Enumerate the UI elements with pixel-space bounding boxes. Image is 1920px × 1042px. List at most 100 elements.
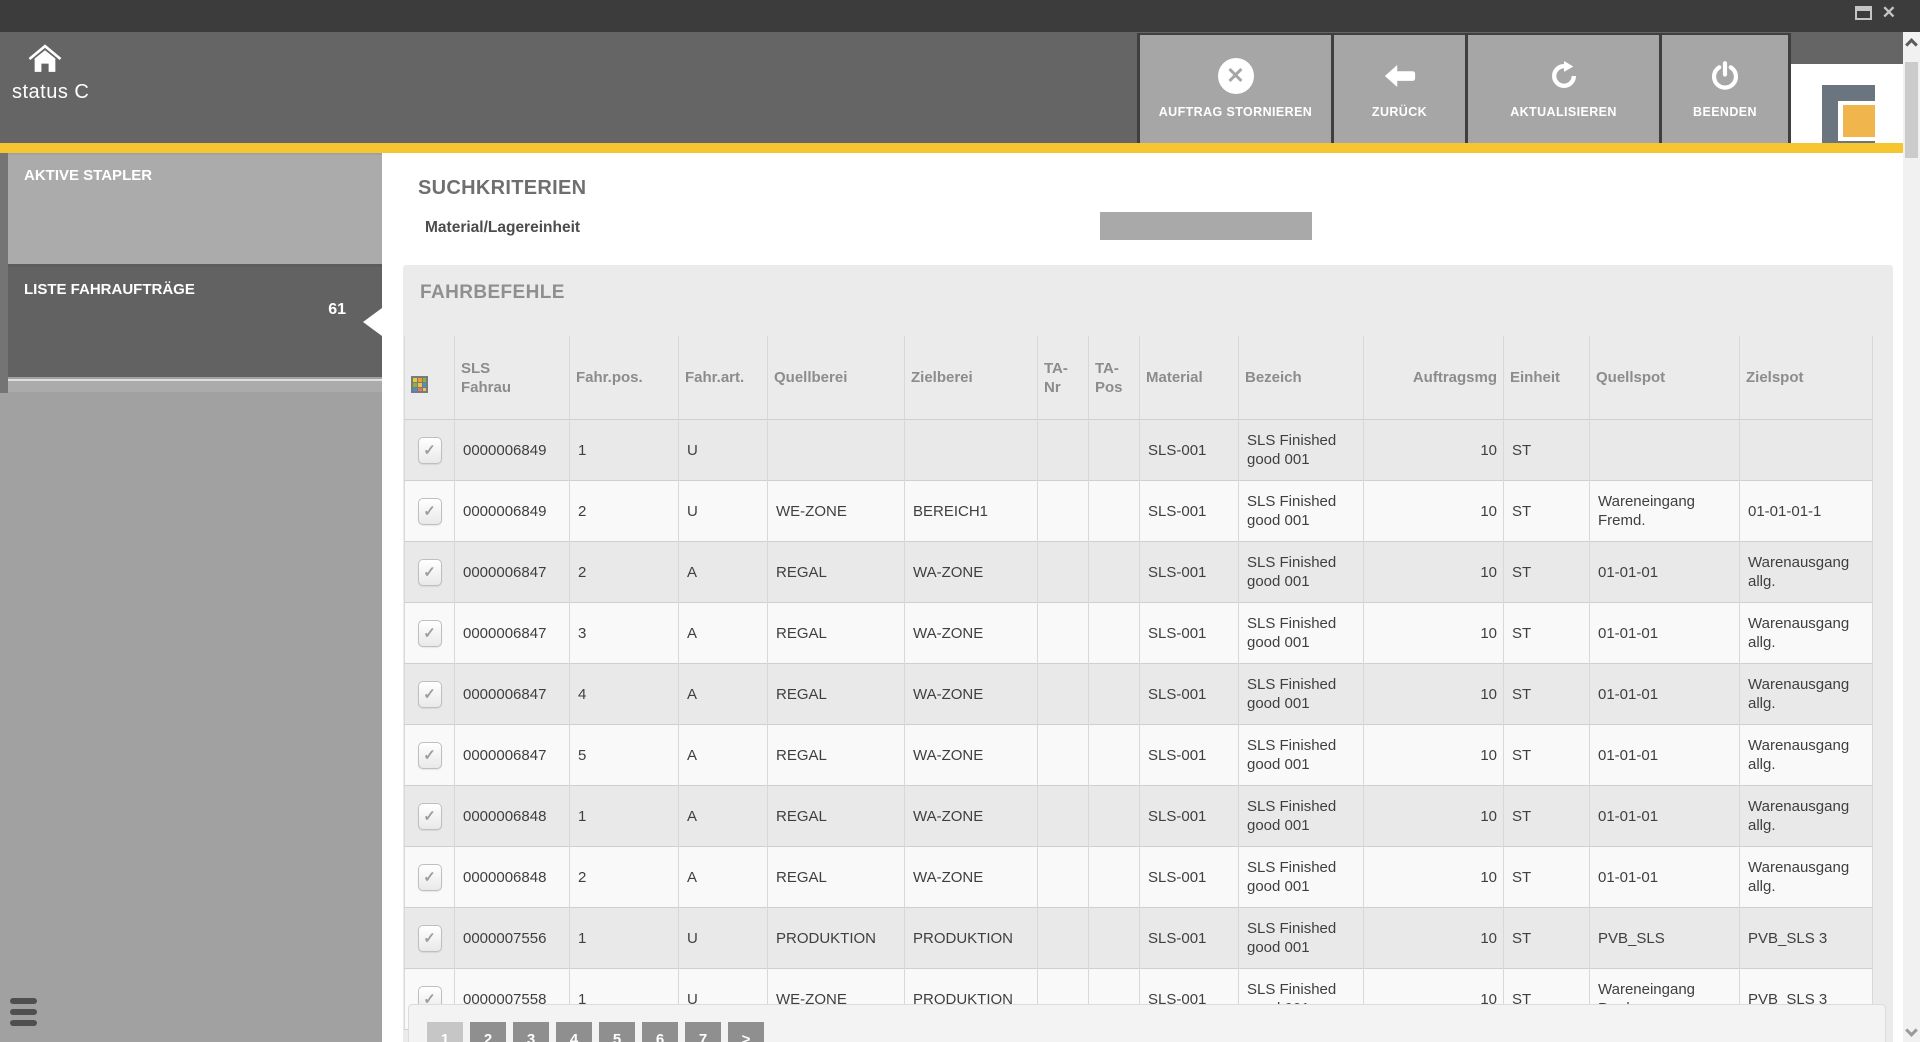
cell-einheit: ST: [1504, 603, 1590, 664]
cell-zielspot: Warenausgang allg.: [1740, 725, 1873, 786]
row-checkbox[interactable]: ✓: [418, 620, 442, 647]
column-header-fahr-art[interactable]: Fahr.art.: [679, 336, 768, 420]
cell-quellspot: Wareneingang Fremd.: [1590, 481, 1740, 542]
cell-sls-fahrau: 0000006849: [455, 420, 570, 481]
page-button-1[interactable]: 1: [427, 1022, 463, 1042]
vertical-scrollbar[interactable]: [1903, 32, 1920, 1042]
restore-icon[interactable]: [1855, 6, 1872, 20]
material-lagereinheit-input[interactable]: [1100, 212, 1312, 240]
refresh-button[interactable]: AKTUALISIEREN: [1468, 35, 1659, 143]
column-header-ta-nr[interactable]: TA- Nr: [1038, 336, 1089, 420]
cell-auftragsmg: 10: [1364, 725, 1504, 786]
cell-zielberei: WA-ZONE: [905, 664, 1038, 725]
cell-ta-nr: [1038, 786, 1089, 847]
column-header-fahr-pos[interactable]: Fahr.pos.: [570, 336, 679, 420]
scrollbar-thumb[interactable]: [1905, 62, 1918, 158]
close-icon[interactable]: ✕: [1882, 6, 1896, 20]
cell-ta-nr: [1038, 603, 1089, 664]
select-column-header[interactable]: [405, 336, 455, 420]
cell-quellberei: REGAL: [768, 847, 905, 908]
cancel-order-button[interactable]: ✕ AUFTRAG STORNIEREN: [1140, 35, 1331, 143]
cell-fahr-pos: 2: [570, 847, 679, 908]
column-header-einheit[interactable]: Einheit: [1504, 336, 1590, 420]
table-row[interactable]: ✓00000068492UWE-ZONEBEREICH1SLS-001SLS F…: [405, 481, 1873, 542]
cell-zielspot: 01-01-01-1: [1740, 481, 1873, 542]
cell-fahr-pos: 3: [570, 603, 679, 664]
cell-ta-nr: [1038, 908, 1089, 969]
scroll-down-icon[interactable]: [1905, 1024, 1918, 1037]
cell-bezeich: SLS Finished good 001: [1239, 725, 1364, 786]
page-next-button[interactable]: >: [728, 1022, 764, 1042]
page-button-2[interactable]: 2: [470, 1022, 506, 1042]
page-button-3[interactable]: 3: [513, 1022, 549, 1042]
cell-zielberei: BEREICH1: [905, 481, 1038, 542]
cell-ta-nr: [1038, 420, 1089, 481]
cell-zielberei: WA-ZONE: [905, 542, 1038, 603]
cell-sls-fahrau: 0000006847: [455, 542, 570, 603]
row-checkbox[interactable]: ✓: [418, 559, 442, 586]
cell-bezeich: SLS Finished good 001: [1239, 847, 1364, 908]
hamburger-menu-icon[interactable]: [10, 998, 37, 1031]
column-header-zielspot[interactable]: Zielspot: [1740, 336, 1873, 420]
table-row[interactable]: ✓00000068473AREGALWA-ZONESLS-001SLS Fini…: [405, 603, 1873, 664]
page-button-6[interactable]: 6: [642, 1022, 678, 1042]
table-row[interactable]: ✓00000068474AREGALWA-ZONESLS-001SLS Fini…: [405, 664, 1873, 725]
row-select-cell: ✓: [405, 420, 455, 481]
cell-ta-nr: [1038, 664, 1089, 725]
table-row[interactable]: ✓00000068475AREGALWA-ZONESLS-001SLS Fini…: [405, 725, 1873, 786]
sidebar-item-liste-fahrauftraege[interactable]: LISTE FAHRAUFTRÄGE 61: [8, 267, 382, 377]
page-button-5[interactable]: 5: [599, 1022, 635, 1042]
exit-button[interactable]: BEENDEN: [1662, 35, 1788, 143]
table-row[interactable]: ✓00000068482AREGALWA-ZONESLS-001SLS Fini…: [405, 847, 1873, 908]
cell-quellspot: PVB_SLS: [1590, 908, 1740, 969]
cell-fahr-pos: 4: [570, 664, 679, 725]
cell-bezeich: SLS Finished good 001: [1239, 420, 1364, 481]
scroll-up-icon[interactable]: [1905, 38, 1918, 51]
cell-zielspot: Warenausgang allg.: [1740, 542, 1873, 603]
table-row[interactable]: ✓00000075561UPRODUKTIONPRODUKTIONSLS-001…: [405, 908, 1873, 969]
row-checkbox[interactable]: ✓: [418, 742, 442, 769]
cell-fahr-art: U: [679, 908, 768, 969]
column-header-zielberei[interactable]: Zielberei: [905, 336, 1038, 420]
table-row[interactable]: ✓00000068481AREGALWA-ZONESLS-001SLS Fini…: [405, 786, 1873, 847]
cell-auftragsmg: 10: [1364, 542, 1504, 603]
home-button[interactable]: status C: [12, 44, 132, 104]
column-header-sls-fahrau[interactable]: SLS Fahrau: [455, 336, 570, 420]
cell-zielberei: WA-ZONE: [905, 725, 1038, 786]
refresh-label: AKTUALISIEREN: [1510, 105, 1617, 119]
page-button-4[interactable]: 4: [556, 1022, 592, 1042]
cell-fahr-art: U: [679, 420, 768, 481]
table-row[interactable]: ✓00000068472AREGALWA-ZONESLS-001SLS Fini…: [405, 542, 1873, 603]
cell-ta-pos: [1089, 908, 1140, 969]
column-header-material[interactable]: Material: [1140, 336, 1239, 420]
column-header-quellberei[interactable]: Quellberei: [768, 336, 905, 420]
page-button-7[interactable]: 7: [685, 1022, 721, 1042]
cell-quellspot: [1590, 420, 1740, 481]
row-checkbox[interactable]: ✓: [418, 437, 442, 464]
cell-bezeich: SLS Finished good 001: [1239, 603, 1364, 664]
column-header-ta-pos[interactable]: TA- Pos: [1089, 336, 1140, 420]
cell-bezeich: SLS Finished good 001: [1239, 786, 1364, 847]
row-checkbox[interactable]: ✓: [418, 803, 442, 830]
row-checkbox[interactable]: ✓: [418, 681, 442, 708]
row-select-cell: ✓: [405, 481, 455, 542]
cell-bezeich: SLS Finished good 001: [1239, 908, 1364, 969]
column-header-auftragsmg[interactable]: Auftragsmg: [1364, 336, 1504, 420]
row-checkbox[interactable]: ✓: [418, 864, 442, 891]
cancel-circle-icon: ✕: [1218, 55, 1254, 97]
table-row[interactable]: ✓00000068491USLS-001SLS Finished good 00…: [405, 420, 1873, 481]
cell-zielberei: [905, 420, 1038, 481]
row-checkbox[interactable]: ✓: [418, 925, 442, 952]
table-body: ✓00000068491USLS-001SLS Finished good 00…: [405, 420, 1873, 1030]
column-header-bezeich[interactable]: Bezeich: [1239, 336, 1364, 420]
cell-ta-pos: [1089, 725, 1140, 786]
cell-einheit: ST: [1504, 847, 1590, 908]
row-checkbox[interactable]: ✓: [418, 498, 442, 525]
back-button[interactable]: ZURÜCK: [1334, 35, 1465, 143]
cell-sls-fahrau: 0000006847: [455, 664, 570, 725]
table-header-row: SLS FahrauFahr.pos.Fahr.art.QuellbereiZi…: [405, 336, 1873, 420]
sidebar-item-aktive-stapler[interactable]: AKTIVE STAPLER: [8, 155, 382, 264]
cell-fahr-art: A: [679, 725, 768, 786]
column-header-quellspot[interactable]: Quellspot: [1590, 336, 1740, 420]
pagination-bar: 1234567 >: [408, 1004, 1886, 1042]
